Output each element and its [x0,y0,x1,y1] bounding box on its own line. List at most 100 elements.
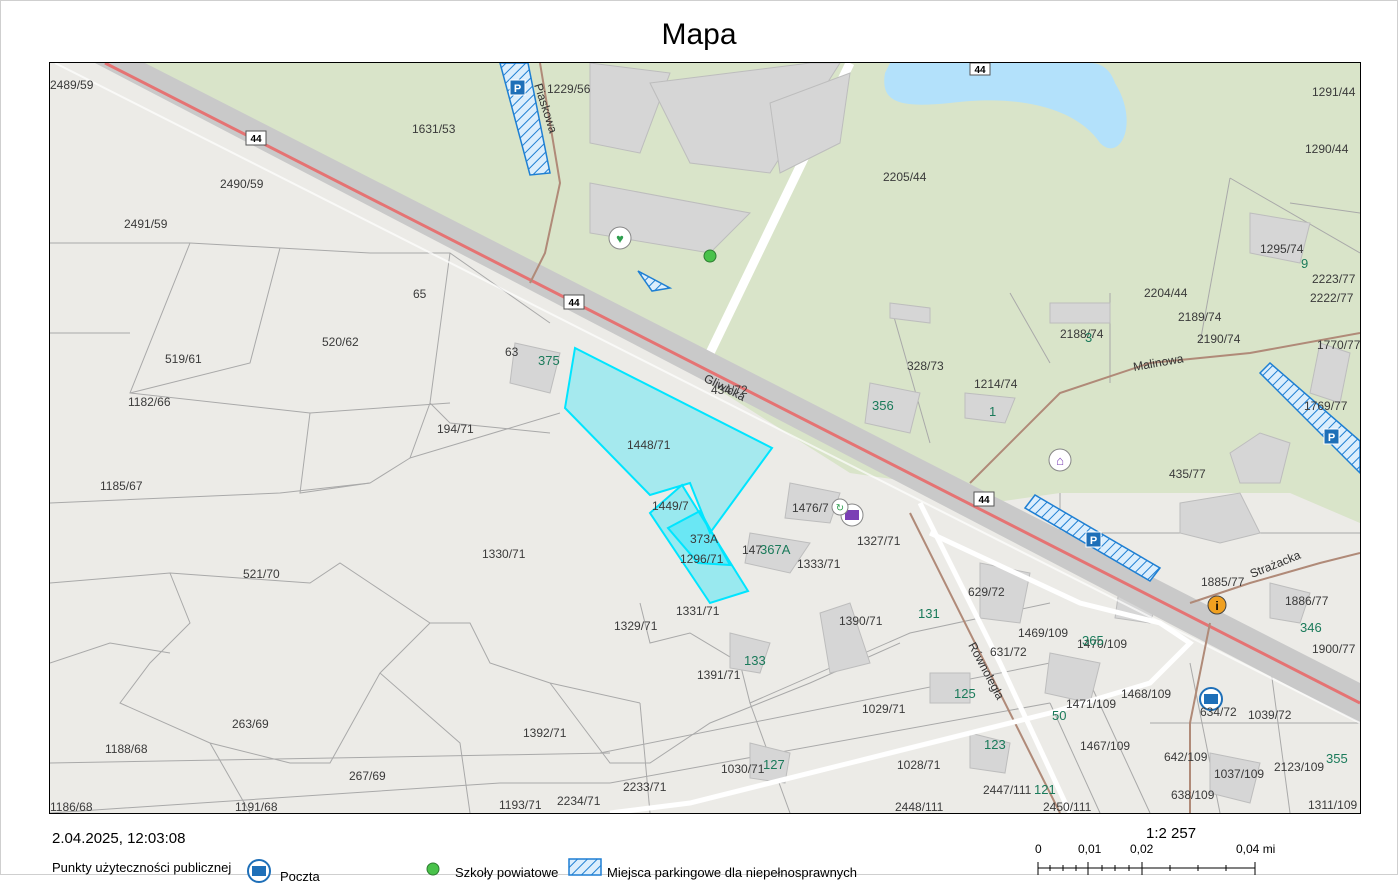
house-number: 133 [744,653,766,668]
map-view[interactable]: P P P 44 44 44 44 ♥ ⌂ ↻ i Gliwicka Piask… [49,62,1361,814]
house-number: 346 [1300,620,1322,635]
parcel-label: 1291/44 [1312,85,1356,99]
parcel-label: 1188/68 [105,742,148,756]
parcel-label: 2490/59 [220,177,264,191]
parcel-label: 2189/74 [1178,310,1222,324]
parking-icon[interactable]: P [1085,531,1102,548]
legend-item-schools: Szkoły powiatowe [455,865,559,880]
parcel-label: 1392/71 [523,726,567,740]
parcel-label: 1886/77 [1285,594,1329,608]
svg-text:44: 44 [250,134,262,145]
parcel-label: 63 [505,345,519,359]
recycle-icon[interactable]: ↻ [831,498,849,516]
svg-text:↻: ↻ [836,503,844,514]
parcel-label: 1769/77 [1304,399,1348,413]
parcel-label: 2491/59 [124,217,168,231]
parcel-label: 1468/109 [1121,687,1171,701]
parcel-label: 267/69 [349,769,386,783]
parcel-label: 1449/7 [652,499,689,513]
parcel-label: 631/72 [990,645,1027,659]
school-legend-icon [426,862,440,879]
svg-text:i: i [1215,599,1218,613]
parcel-label: 1311/109 [1308,798,1357,812]
parcel-label: 1290/44 [1305,142,1349,156]
church-icon[interactable]: ⌂ [1048,448,1072,472]
road-shield-44: 44 [245,130,267,146]
parking-icon[interactable]: P [1323,428,1340,445]
parcel-label: 434/72 [711,383,748,397]
parcel-label: 2204/44 [1144,286,1188,300]
svg-text:44: 44 [978,495,990,506]
parcel-label: 2223/77 [1312,272,1356,286]
house-number: 355 [1326,751,1348,766]
parking-hatch-legend-icon [568,858,602,879]
parcel-label: 1333/71 [797,557,841,571]
svg-text:⌂: ⌂ [1056,453,1064,468]
parcel-label: 194/71 [437,422,474,436]
school-dot-icon[interactable] [703,249,717,263]
parcel-label: 1327/71 [857,534,901,548]
parcel-label: 1029/71 [862,702,906,716]
timestamp: 2.04.2025, 12:03:08 [52,830,186,847]
house-number: 127 [763,757,785,772]
scale-bar: 0 0,01 0,02 0,04 mi [1030,842,1290,875]
parcel-label: 2448/111 [895,800,944,813]
parcel-label: 1039/72 [1248,708,1292,722]
parcel-label: 373A [690,532,718,546]
parcel-label: 1214/74 [974,377,1018,391]
parcel-label: 1770/77 [1317,338,1360,352]
parcel-label: 1329/71 [614,619,658,633]
parcel-label: 1476/7 [792,501,829,515]
house-number: 367A [760,542,791,557]
health-icon[interactable]: ♥ [608,226,632,250]
parcel-label: 642/109 [1164,750,1208,764]
legend-item-parking: Miejsca parkingowe dla niepełnosprawnych [607,865,858,880]
parcel-label: 1331/71 [676,604,720,618]
post-office-legend-icon [246,858,272,887]
parcel-label: 1193/71 [499,798,542,812]
parcel-label: 2447/111 [983,783,1032,797]
parcel-label: 1186/68 [50,800,93,813]
parcel-label: 2222/77 [1310,291,1354,305]
house-number: 1 [989,404,996,419]
parcel-label: 1182/66 [128,395,171,409]
parcel-label: 65 [413,287,427,301]
parcel-label: 520/62 [322,335,359,349]
parcel-label: 1330/71 [482,547,526,561]
house-number: 365 [1082,633,1104,648]
parcel-label: 2123/109 [1274,760,1324,774]
info-icon[interactable]: i [1207,595,1227,615]
parcel-label: 629/72 [968,585,1005,599]
parcel-label: 435/77 [1169,467,1206,481]
parcel-label: 634/72 [1200,705,1237,719]
parcel-label: 521/70 [243,567,280,581]
parcel-label: 638/109 [1171,788,1215,802]
parcel-label: 1467/109 [1080,739,1130,753]
parcel-label: 1191/68 [235,800,278,813]
parcel-label: 1391/71 [697,668,741,682]
scale-ratio: 1:2 257 [1146,825,1197,842]
parking-icon[interactable]: P [509,79,526,96]
house-number: 125 [954,686,976,701]
parcel-label: 519/61 [165,352,202,366]
svg-text:44: 44 [974,65,986,76]
road-shield-44: 44 [969,63,991,76]
parcel-label: 1631/53 [412,122,456,136]
house-number: 9 [1301,256,1308,271]
parcel-label: 2233/71 [623,780,667,794]
road-shield-44: 44 [563,294,585,310]
house-number: 375 [538,353,560,368]
parcel-label: 1030/71 [721,762,765,776]
parcel-label: 2489/59 [50,78,94,92]
svg-text:P: P [1328,432,1335,444]
house-number: 356 [872,398,894,413]
svg-text:♥: ♥ [616,231,624,246]
svg-text:P: P [1090,535,1097,547]
house-number: 131 [918,606,940,621]
parcel-label: 263/69 [232,717,269,731]
house-number: 123 [984,737,1006,752]
parcel-label: 1885/77 [1201,575,1245,589]
parcel-label: 1469/109 [1018,626,1068,640]
parcel-label: 2190/74 [1197,332,1241,346]
parcel-label: 1390/71 [839,614,883,628]
